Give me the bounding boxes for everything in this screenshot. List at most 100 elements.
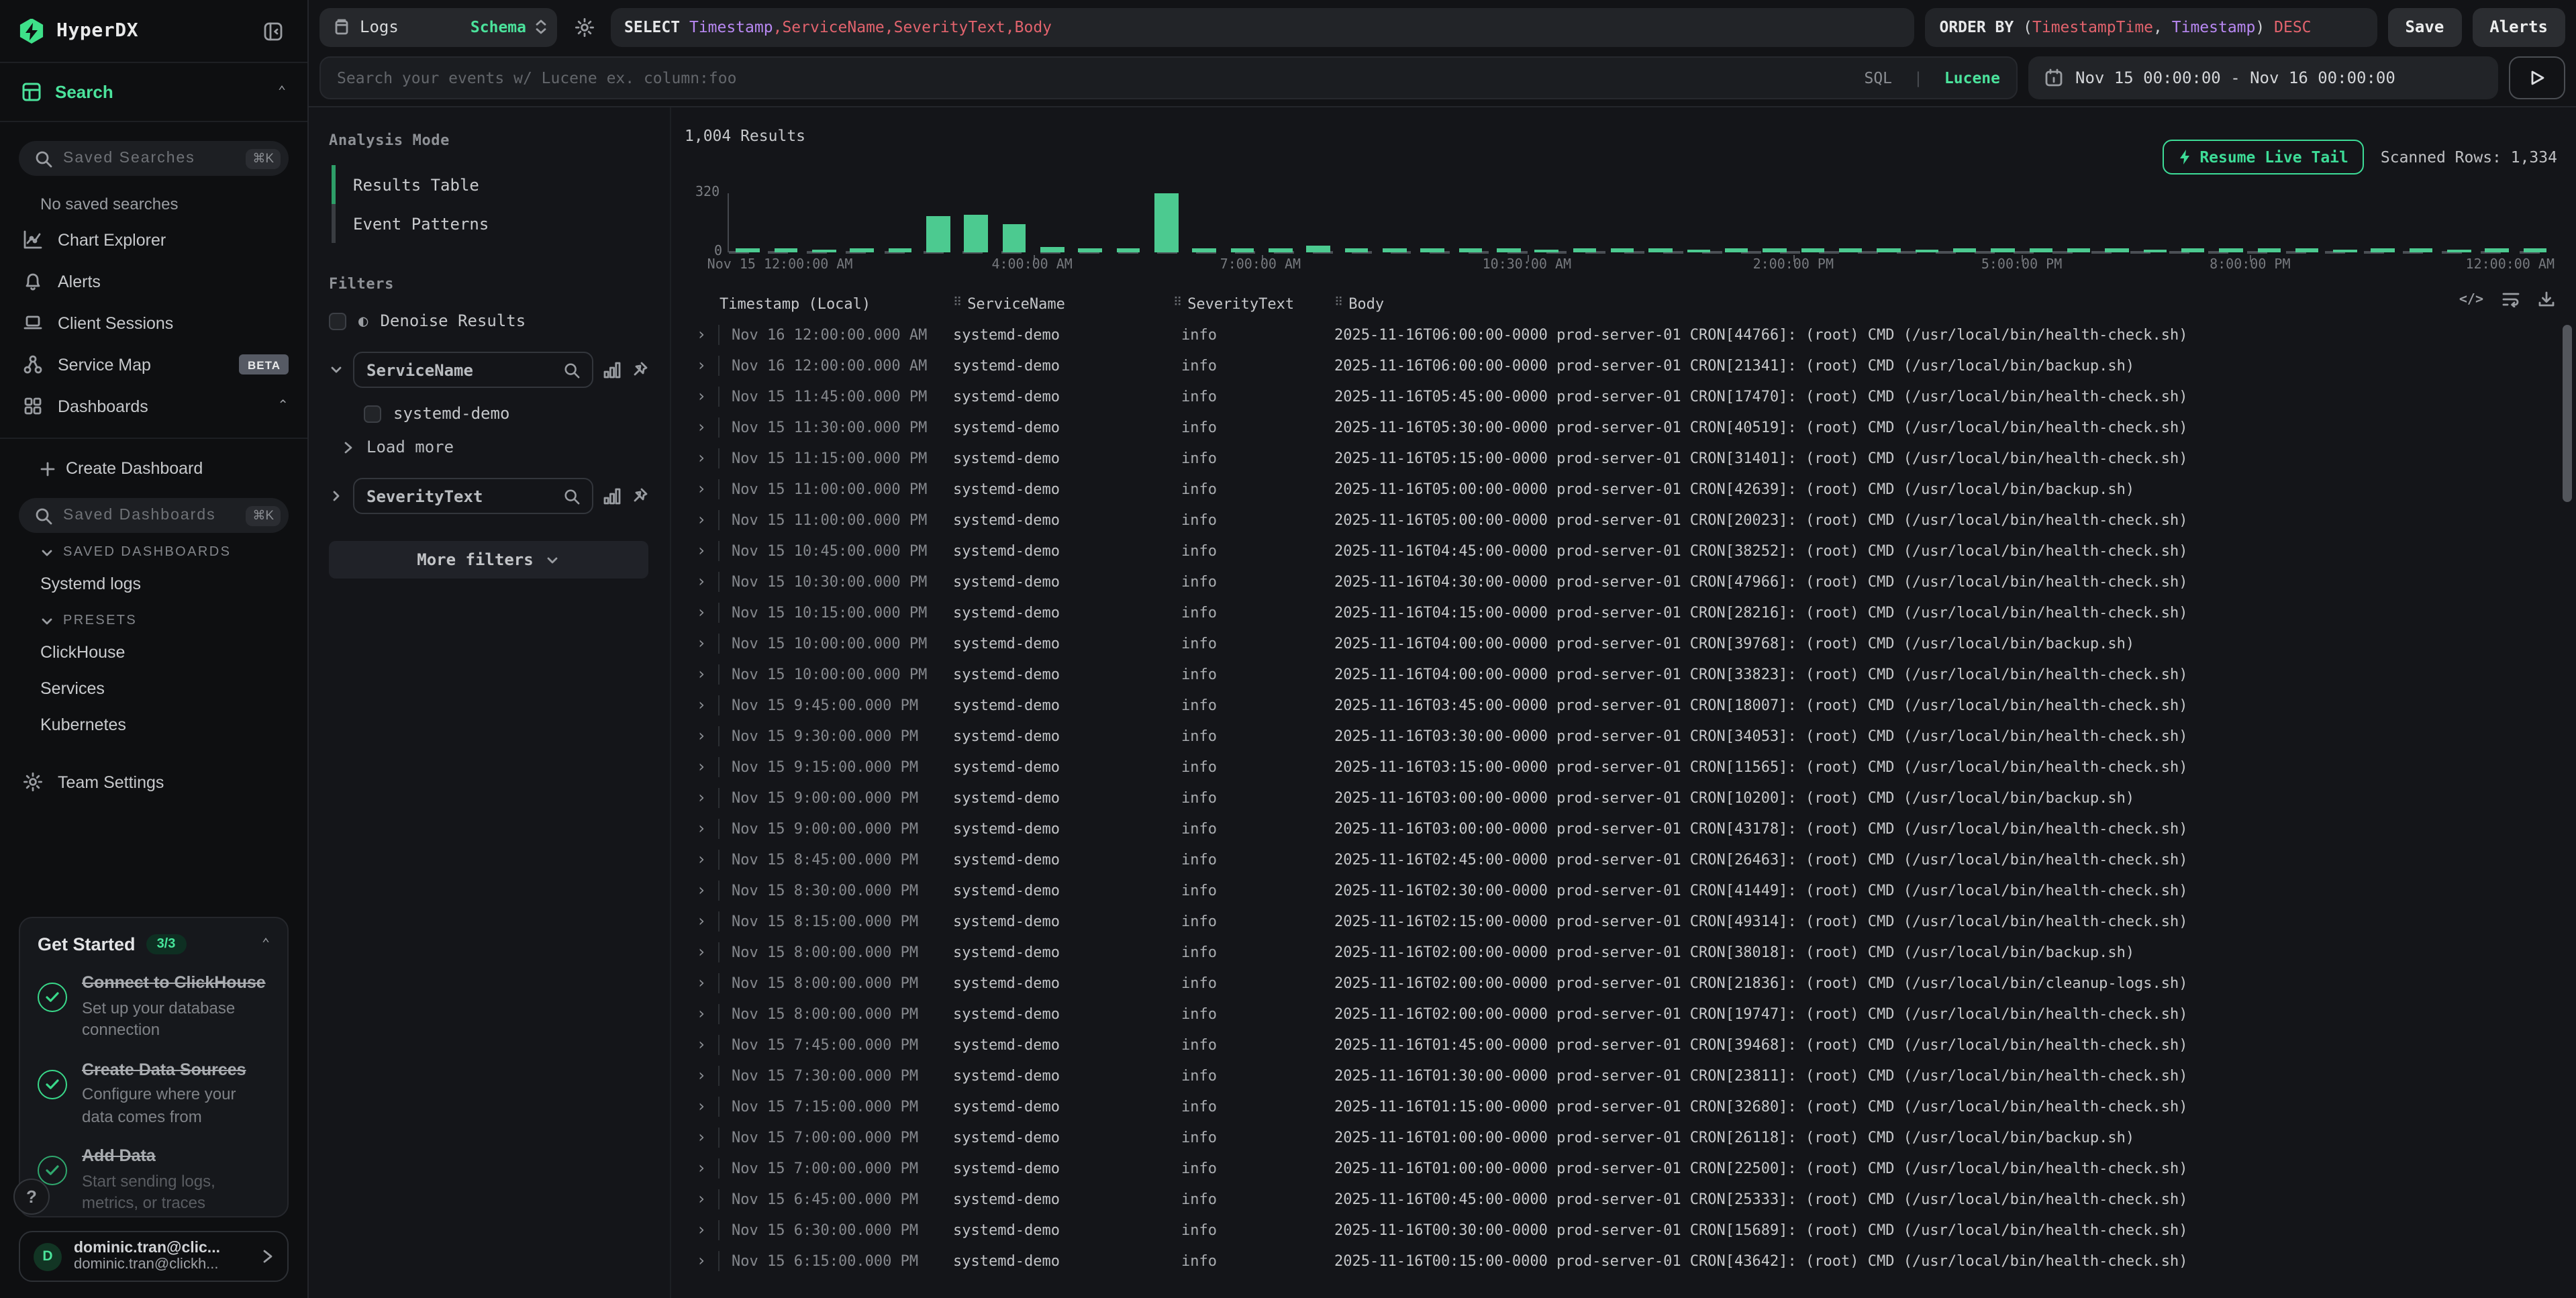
resume-live-tail-button[interactable]: Resume Live Tail xyxy=(2162,140,2365,174)
date-range-picker[interactable]: Nov 15 00:00:00 - Nov 16 00:00:00 xyxy=(2028,56,2498,99)
row-expander-icon[interactable]: › xyxy=(685,695,720,715)
sidebar-item-chart-explorer[interactable]: Chart Explorer xyxy=(0,219,307,260)
row-expander-icon[interactable]: › xyxy=(685,1004,720,1024)
table-row[interactable]: ›Nov 15 9:45:00.000 PMsystemd-demoinfo20… xyxy=(685,690,2576,721)
table-row[interactable]: ›Nov 15 6:15:00.000 PMsystemd-demoinfo20… xyxy=(685,1246,2576,1277)
row-expander-icon[interactable]: › xyxy=(685,1189,720,1209)
table-row[interactable]: ›Nov 15 9:00:00.000 PMsystemd-demoinfo20… xyxy=(685,783,2576,813)
facet-search-field[interactable]: ServiceName xyxy=(353,352,593,388)
table-row[interactable]: ›Nov 15 9:00:00.000 PMsystemd-demoinfo20… xyxy=(685,813,2576,844)
saved-dashboards-input[interactable]: Saved Dashboards ⌘K xyxy=(19,498,289,533)
table-row[interactable]: ›Nov 15 7:00:00.000 PMsystemd-demoinfo20… xyxy=(685,1153,2576,1184)
run-query-button[interactable] xyxy=(2509,56,2565,99)
row-expander-icon[interactable]: › xyxy=(685,387,720,407)
bar-chart-icon[interactable] xyxy=(603,487,622,505)
row-expander-icon[interactable]: › xyxy=(685,819,720,839)
vertical-scrollbar[interactable] xyxy=(2563,325,2572,502)
task-add-data[interactable]: Add Data Start sending logs, metrics, or… xyxy=(38,1145,270,1214)
sidebar-collapse-icon[interactable] xyxy=(256,21,289,41)
column-header-servicename[interactable]: ⠿ServiceName xyxy=(953,295,1173,312)
chevron-down-icon[interactable] xyxy=(329,362,344,377)
table-row[interactable]: ›Nov 16 12:00:00.000 AMsystemd-demoinfo2… xyxy=(685,319,2576,350)
pin-icon[interactable] xyxy=(631,361,648,379)
row-expander-icon[interactable]: › xyxy=(685,603,720,623)
row-expander-icon[interactable]: › xyxy=(685,1035,720,1055)
row-expander-icon[interactable]: › xyxy=(685,356,720,376)
mode-results-table[interactable]: Results Table xyxy=(332,165,648,204)
row-expander-icon[interactable]: › xyxy=(685,1220,720,1240)
table-row[interactable]: ›Nov 15 10:15:00.000 PMsystemd-demoinfo2… xyxy=(685,597,2576,628)
row-expander-icon[interactable]: › xyxy=(685,726,720,746)
chevron-up-icon[interactable]: ⌃ xyxy=(278,85,286,99)
column-header-body[interactable]: ⠿Body xyxy=(1334,295,2482,312)
alerts-button[interactable]: Alerts xyxy=(2472,7,2565,46)
download-icon[interactable] xyxy=(2538,291,2555,307)
load-more-button[interactable]: Load more xyxy=(342,438,648,456)
row-expander-icon[interactable]: › xyxy=(685,1251,720,1271)
table-row[interactable]: ›Nov 15 9:30:00.000 PMsystemd-demoinfo20… xyxy=(685,721,2576,752)
table-row[interactable]: ›Nov 15 10:00:00.000 PMsystemd-demoinfo2… xyxy=(685,628,2576,659)
table-row[interactable]: ›Nov 15 11:30:00.000 PMsystemd-demoinfo2… xyxy=(685,412,2576,443)
user-menu[interactable]: D dominic.tran@clic... dominic.tran@clic… xyxy=(19,1231,289,1282)
table-row[interactable]: ›Nov 15 6:30:00.000 PMsystemd-demoinfo20… xyxy=(685,1215,2576,1246)
column-header-timestamp[interactable]: Timestamp (Local) xyxy=(720,295,953,312)
event-search-input[interactable]: Search your events w/ Lucene ex. column:… xyxy=(319,56,2018,99)
denoise-results-toggle[interactable]: ◐ Denoise Results xyxy=(329,311,648,330)
chevron-up-icon[interactable]: ⌃ xyxy=(262,938,270,952)
table-row[interactable]: ›Nov 15 7:30:00.000 PMsystemd-demoinfo20… xyxy=(685,1060,2576,1091)
facet-option-systemd-demo[interactable]: systemd-demo xyxy=(364,404,648,423)
table-row[interactable]: ›Nov 15 11:45:00.000 PMsystemd-demoinfo2… xyxy=(685,381,2576,412)
table-row[interactable]: ›Nov 15 8:15:00.000 PMsystemd-demoinfo20… xyxy=(685,906,2576,937)
table-row[interactable]: ›Nov 15 7:15:00.000 PMsystemd-demoinfo20… xyxy=(685,1091,2576,1122)
row-expander-icon[interactable]: › xyxy=(685,448,720,468)
row-expander-icon[interactable]: › xyxy=(685,479,720,499)
row-expander-icon[interactable]: › xyxy=(685,664,720,685)
text-wrap-icon[interactable] xyxy=(2502,291,2520,307)
row-expander-icon[interactable]: › xyxy=(685,1158,720,1179)
table-row[interactable]: ›Nov 15 10:00:00.000 PMsystemd-demoinfo2… xyxy=(685,659,2576,690)
row-expander-icon[interactable]: › xyxy=(685,757,720,777)
row-expander-icon[interactable]: › xyxy=(685,788,720,808)
sidebar-item-search[interactable]: Search ⌃ xyxy=(0,63,307,122)
row-expander-icon[interactable]: › xyxy=(685,1097,720,1117)
drag-handle-icon[interactable]: ⠿ xyxy=(953,297,960,310)
preset-item-services[interactable]: Services xyxy=(0,670,307,706)
task-create-data-sources[interactable]: Create Data Sources Configure where your… xyxy=(38,1058,270,1128)
section-saved-dashboards[interactable]: SAVED DASHBOARDS xyxy=(0,533,307,565)
table-row[interactable]: ›Nov 15 9:15:00.000 PMsystemd-demoinfo20… xyxy=(685,752,2576,783)
chevron-right-icon[interactable] xyxy=(329,489,344,503)
drag-handle-icon[interactable]: ⠿ xyxy=(1173,297,1181,310)
section-presets[interactable]: PRESETS xyxy=(0,601,307,634)
row-expander-icon[interactable]: › xyxy=(685,881,720,901)
table-row[interactable]: ›Nov 15 7:45:00.000 PMsystemd-demoinfo20… xyxy=(685,1030,2576,1060)
code-view-icon[interactable]: </> xyxy=(2459,292,2483,307)
bar-chart-icon[interactable] xyxy=(603,361,622,379)
row-expander-icon[interactable]: › xyxy=(685,325,720,345)
table-row[interactable]: ›Nov 15 10:30:00.000 PMsystemd-demoinfo2… xyxy=(685,566,2576,597)
row-expander-icon[interactable]: › xyxy=(685,1128,720,1148)
row-expander-icon[interactable]: › xyxy=(685,911,720,932)
table-row[interactable]: ›Nov 15 10:45:00.000 PMsystemd-demoinfo2… xyxy=(685,536,2576,566)
row-expander-icon[interactable]: › xyxy=(685,510,720,530)
row-expander-icon[interactable]: › xyxy=(685,417,720,438)
task-connect-clickhouse[interactable]: Connect to ClickHouse Set up your databa… xyxy=(38,972,270,1042)
table-row[interactable]: ›Nov 15 8:00:00.000 PMsystemd-demoinfo20… xyxy=(685,999,2576,1030)
sidebar-item-dashboards[interactable]: Dashboards ⌃ xyxy=(0,385,307,427)
preset-item-clickhouse[interactable]: ClickHouse xyxy=(0,634,307,670)
mode-toggle-sql[interactable]: SQL xyxy=(1864,68,1892,87)
sidebar-item-alerts[interactable]: Alerts xyxy=(0,260,307,302)
table-row[interactable]: ›Nov 15 8:00:00.000 PMsystemd-demoinfo20… xyxy=(685,937,2576,968)
save-button[interactable]: Save xyxy=(2387,7,2461,46)
row-expander-icon[interactable]: › xyxy=(685,541,720,561)
table-row[interactable]: ›Nov 15 11:15:00.000 PMsystemd-demoinfo2… xyxy=(685,443,2576,474)
row-expander-icon[interactable]: › xyxy=(685,634,720,654)
table-row[interactable]: ›Nov 15 8:45:00.000 PMsystemd-demoinfo20… xyxy=(685,844,2576,875)
saved-searches-input[interactable]: Saved Searches ⌘K xyxy=(19,141,289,176)
pin-icon[interactable] xyxy=(631,487,648,505)
create-dashboard-button[interactable]: Create Dashboard xyxy=(0,450,307,487)
preset-item-kubernetes[interactable]: Kubernetes xyxy=(0,706,307,742)
row-expander-icon[interactable]: › xyxy=(685,572,720,592)
mode-toggle-lucene[interactable]: Lucene xyxy=(1944,68,2000,87)
order-by-input[interactable]: ORDER BY ( TimestampTime , Timestamp ) D… xyxy=(1924,7,2377,46)
option-checkbox[interactable] xyxy=(364,405,381,422)
